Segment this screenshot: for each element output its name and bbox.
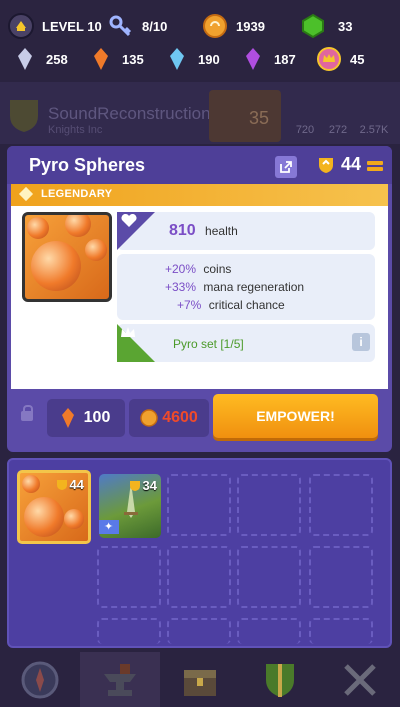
silver-crystal-icon	[12, 46, 38, 72]
magic-stat: 272	[328, 124, 348, 136]
empty-slot[interactable]	[97, 546, 161, 608]
sphere-graphic	[22, 475, 40, 493]
health-stat: 2.57K	[359, 124, 389, 136]
sphere-graphic	[31, 241, 81, 291]
rarity-star-icon	[18, 186, 34, 202]
sphere-graphic	[24, 497, 64, 537]
nav-shop[interactable]	[160, 652, 240, 707]
level-shield-icon	[56, 479, 67, 490]
sphere-graphic	[27, 217, 49, 239]
orange-crystal-icon	[88, 46, 114, 72]
purple-crystals[interactable]: 187	[240, 46, 296, 72]
item-level-badge: 44	[56, 477, 84, 492]
info-button[interactable]: i	[352, 333, 370, 351]
crown-token-icon	[316, 46, 342, 72]
purple-crystal-icon	[240, 46, 266, 72]
crown-icon	[121, 327, 135, 337]
empty-slot[interactable]	[237, 474, 301, 536]
guild-name: Knights Inc	[48, 124, 103, 136]
crown-tokens[interactable]: 45	[316, 46, 364, 72]
compass-icon	[21, 661, 59, 698]
rarity-banner: LEGENDARY	[11, 184, 388, 206]
heart-icon	[121, 214, 137, 227]
nav-forge[interactable]	[80, 652, 160, 707]
set-label: Pyro set [1/5]	[173, 337, 244, 351]
nav-guild[interactable]	[240, 652, 320, 707]
keys-counter[interactable]: 8/10	[108, 13, 167, 39]
coin-icon	[140, 409, 158, 427]
empty-slot[interactable]	[309, 474, 373, 536]
level-shield-icon	[319, 157, 333, 173]
item-image	[22, 212, 112, 302]
menu-icon[interactable]	[367, 161, 383, 175]
upgrade-row: 100 4600 EMPOWER!	[7, 389, 392, 452]
inventory-grid: 44 34 ✦	[7, 458, 392, 648]
new-item-flag: ✦	[99, 520, 119, 534]
inventory-item-pyro-spheres[interactable]: 44	[17, 470, 91, 544]
bonus-critical: +7% critical chance	[177, 298, 285, 312]
anvil-icon	[104, 663, 136, 696]
sphere-graphic	[85, 239, 107, 261]
crossed-swords-icon	[344, 663, 376, 696]
crystal-cost: 100	[47, 399, 125, 437]
coins-counter[interactable]: 1939	[202, 13, 265, 39]
resource-bar: LEVEL 10 8/10 1939 33 258 135 190 187 45	[0, 0, 400, 80]
chest-icon	[184, 669, 216, 696]
nav-map[interactable]	[0, 652, 80, 707]
player-level-box: 35	[209, 90, 281, 142]
blue-crystal-icon	[164, 46, 190, 72]
coin-icon	[202, 13, 228, 39]
inventory-item-forest-sword[interactable]: 34 ✦	[99, 474, 161, 538]
sphere-graphic	[65, 215, 91, 237]
item-level-badge: 34	[129, 478, 157, 493]
coin-cost: 4600	[129, 399, 209, 437]
share-button[interactable]	[275, 156, 297, 178]
orange-crystals[interactable]: 135	[88, 46, 144, 72]
background-player-panel: SoundReconstruction1 Knights Inc 35 720 …	[0, 82, 400, 144]
lock-icon[interactable]	[21, 405, 33, 421]
health-stat-box	[117, 212, 375, 250]
guild-shield-icon	[10, 100, 38, 132]
empty-slot[interactable]	[167, 546, 231, 608]
empty-slot[interactable]	[237, 546, 301, 608]
blue-crystals[interactable]: 190	[164, 46, 220, 72]
nav-battle[interactable]	[320, 652, 400, 707]
player-name: SoundReconstruction1	[48, 104, 221, 123]
bottom-nav	[0, 652, 400, 707]
shield-icon	[266, 663, 294, 697]
player-level[interactable]: LEVEL 10	[8, 13, 102, 39]
empty-slot[interactable]	[97, 618, 161, 644]
item-title: Pyro Spheres	[29, 155, 146, 175]
health-line: 810 health	[169, 222, 238, 239]
empty-slot[interactable]	[309, 546, 373, 608]
empty-slot[interactable]	[167, 618, 231, 644]
key-icon	[108, 13, 134, 39]
green-gem-icon	[300, 13, 326, 39]
empty-slot[interactable]	[309, 618, 373, 644]
bonus-coins: +20% coins	[165, 262, 232, 276]
gems-counter[interactable]: 33	[300, 13, 352, 39]
sphere-graphic	[64, 509, 84, 529]
external-link-icon	[280, 161, 292, 173]
card-header: Pyro Spheres 44	[7, 146, 392, 184]
set-box	[117, 324, 375, 362]
empty-slot[interactable]	[237, 618, 301, 644]
item-detail-card: Pyro Spheres 44 LEGENDARY 810 health +20…	[7, 146, 392, 452]
orange-crystal-icon	[61, 408, 74, 428]
empower-button[interactable]: EMPOWER!	[213, 394, 378, 438]
item-level: 44	[317, 154, 361, 175]
bonus-mana: +33% mana regeneration	[165, 280, 305, 294]
silver-crystals[interactable]: 258	[12, 46, 68, 72]
level-shield-icon	[129, 480, 140, 491]
level-badge-icon	[8, 13, 34, 39]
empty-slot[interactable]	[167, 474, 231, 536]
